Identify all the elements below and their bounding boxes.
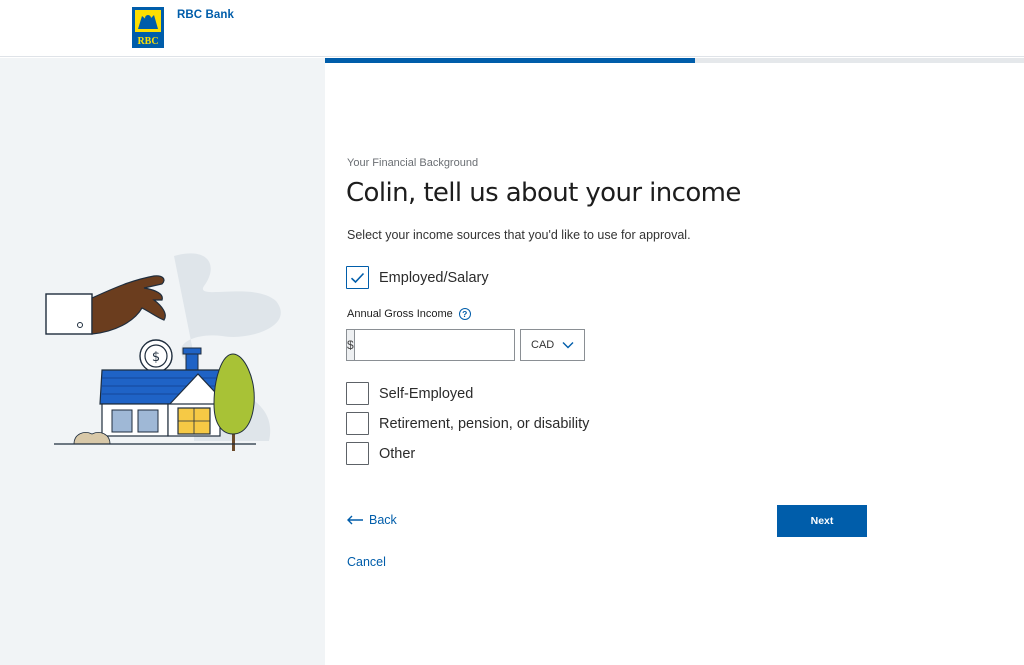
brand-name: RBC Bank — [177, 9, 235, 21]
svg-text:RBC: RBC — [137, 36, 158, 47]
retirement-label: Retirement, pension, or disability — [379, 415, 590, 432]
rbc-logo[interactable]: RBC — [132, 7, 164, 48]
svg-text:$: $ — [152, 350, 160, 365]
progress-fill — [325, 58, 696, 63]
income-source-other[interactable]: Other — [346, 442, 415, 465]
annual-income-field: $ — [346, 329, 547, 361]
section-eyebrow: Your Financial Background — [347, 157, 479, 169]
question-circle-icon[interactable]: ? — [458, 308, 471, 320]
income-source-self-employed[interactable]: Self-Employed — [346, 382, 473, 405]
page-title: Colin, tell us about your income — [346, 178, 741, 208]
annual-income-label: Annual Gross Income ? — [347, 308, 471, 320]
chevron-down-icon — [562, 342, 574, 349]
retirement-checkbox[interactable] — [346, 412, 369, 435]
employed-label: Employed/Salary — [379, 269, 489, 286]
self-employed-label: Self-Employed — [379, 385, 474, 402]
house-income-illustration: $ — [45, 253, 281, 451]
currency-select[interactable]: CAD — [520, 329, 585, 361]
checkmark-icon — [350, 272, 365, 283]
illustration-panel: $ — [0, 58, 325, 665]
progress-bar — [325, 58, 1024, 63]
cancel-link[interactable]: Cancel — [347, 555, 386, 569]
annual-income-input[interactable] — [354, 330, 547, 360]
other-checkbox[interactable] — [346, 442, 369, 465]
next-button[interactable]: Next — [777, 505, 867, 537]
back-link[interactable]: Back — [346, 513, 397, 527]
back-label: Back — [369, 513, 397, 527]
self-employed-checkbox[interactable] — [346, 382, 369, 405]
site-header: RBC RBC Bank — [0, 0, 1024, 57]
dollar-prefix: $ — [347, 330, 355, 360]
other-label: Other — [379, 445, 416, 462]
employed-checkbox[interactable] — [346, 266, 369, 289]
arrow-left-icon — [347, 515, 363, 525]
currency-value: CAD — [531, 339, 555, 351]
income-source-retirement[interactable]: Retirement, pension, or disability — [346, 412, 589, 435]
income-source-employed[interactable]: Employed/Salary — [346, 266, 489, 289]
instruction-text: Select your income sources that you'd li… — [347, 228, 691, 242]
